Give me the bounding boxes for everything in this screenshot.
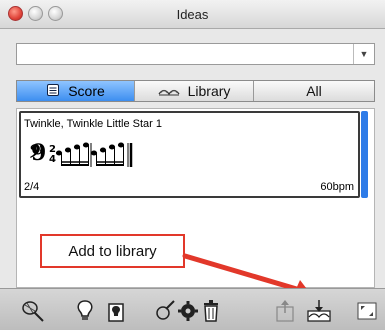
lightbulb-bag-icon[interactable]	[103, 298, 129, 324]
callout-arrow	[182, 253, 313, 298]
export-icon[interactable]	[272, 298, 298, 324]
bottom-toolbar	[0, 288, 385, 330]
trash-icon[interactable]	[198, 298, 224, 324]
add-to-library-icon[interactable]	[306, 298, 332, 324]
lightbulb-icon[interactable]	[72, 298, 98, 324]
tune-fork-icon[interactable]	[20, 298, 46, 324]
ideas-window: Ideas ▼ Score Library All Twinkle, Twink…	[0, 0, 385, 330]
resize-icon[interactable]	[354, 298, 380, 324]
